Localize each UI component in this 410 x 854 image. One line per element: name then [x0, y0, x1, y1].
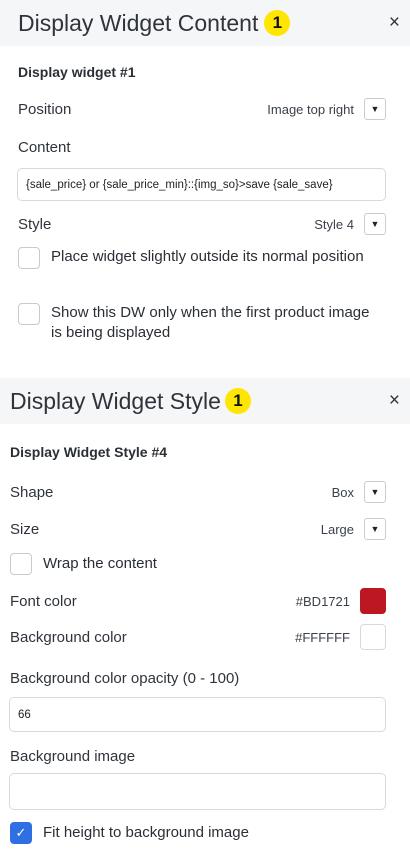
- style-panel-header: Display Widget Style 1 ×: [0, 378, 410, 424]
- content-panel-badge: 1: [264, 10, 291, 36]
- style-label: Style: [18, 215, 52, 233]
- bg-color-label: Background color: [10, 628, 127, 646]
- content-panel-header: Display Widget Content 1 ×: [0, 0, 410, 46]
- style-panel-badge: 1: [224, 388, 251, 414]
- first-image-option[interactable]: Show this DW only when the first product…: [18, 303, 378, 343]
- bg-color-row: Background color #FFFFFF: [10, 623, 386, 651]
- font-color-label: Font color: [10, 592, 77, 610]
- shape-row: Shape Box ▼: [10, 480, 386, 504]
- content-label: Content: [18, 139, 71, 156]
- close-icon[interactable]: ×: [389, 378, 400, 424]
- bg-color-value: #FFFFFF: [295, 629, 350, 645]
- opacity-label: Background color opacity (0 - 100): [10, 670, 240, 687]
- first-image-label: Show this DW only when the first product…: [51, 304, 370, 341]
- style-section-title: Display Widget Style #4: [10, 444, 168, 460]
- size-value: Large: [320, 521, 354, 537]
- opacity-input[interactable]: 66: [9, 697, 386, 732]
- style-row: Style Style 4 ▼: [18, 212, 386, 236]
- fit-height-label: Fit height to background image: [43, 824, 249, 841]
- size-select[interactable]: Large ▼: [321, 518, 386, 540]
- content-panel-title: Display Widget Content: [18, 9, 259, 36]
- chevron-down-icon[interactable]: ▼: [364, 518, 386, 540]
- wrap-content-label: Wrap the content: [43, 555, 157, 572]
- position-select[interactable]: Image top right ▼: [267, 98, 386, 120]
- chevron-down-icon[interactable]: ▼: [364, 481, 386, 503]
- font-color-value: #BD1721: [295, 593, 350, 609]
- chevron-down-icon[interactable]: ▼: [364, 213, 386, 235]
- content-input[interactable]: {sale_price} or {sale_price_min}::{img_s…: [17, 168, 386, 201]
- style-panel-title: Display Widget Style: [10, 387, 221, 414]
- shape-value: Box: [331, 484, 354, 500]
- bg-image-input[interactable]: [9, 773, 386, 810]
- wrap-content-checkbox[interactable]: [10, 553, 32, 575]
- position-label: Position: [18, 100, 72, 118]
- shape-label: Shape: [10, 483, 54, 501]
- position-value: Image top right: [267, 101, 354, 117]
- first-image-checkbox[interactable]: [18, 303, 40, 325]
- wrap-content-option[interactable]: Wrap the content: [10, 553, 157, 575]
- close-icon[interactable]: ×: [389, 0, 400, 46]
- fit-height-option[interactable]: ✓ Fit height to background image: [10, 822, 249, 844]
- position-row: Position Image top right ▼: [18, 97, 386, 121]
- bg-color-picker[interactable]: #FFFFFF: [295, 624, 386, 650]
- font-color-row: Font color #BD1721: [10, 587, 386, 615]
- outside-position-option[interactable]: Place widget slightly outside its normal…: [18, 247, 378, 269]
- size-label: Size: [10, 520, 40, 538]
- content-section-title: Display widget #1: [18, 64, 136, 80]
- font-color-picker[interactable]: #BD1721: [296, 588, 386, 614]
- outside-position-checkbox[interactable]: [18, 247, 40, 269]
- shape-select[interactable]: Box ▼: [332, 481, 386, 503]
- style-value: Style 4: [314, 216, 354, 232]
- size-row: Size Large ▼: [10, 517, 386, 541]
- bg-color-swatch[interactable]: [360, 624, 386, 650]
- outside-position-label: Place widget slightly outside its normal…: [51, 248, 364, 265]
- style-select[interactable]: Style 4 ▼: [314, 213, 386, 235]
- font-color-swatch[interactable]: [360, 588, 386, 614]
- chevron-down-icon[interactable]: ▼: [364, 98, 386, 120]
- bg-image-label: Background image: [10, 748, 136, 765]
- check-icon[interactable]: ✓: [10, 822, 32, 844]
